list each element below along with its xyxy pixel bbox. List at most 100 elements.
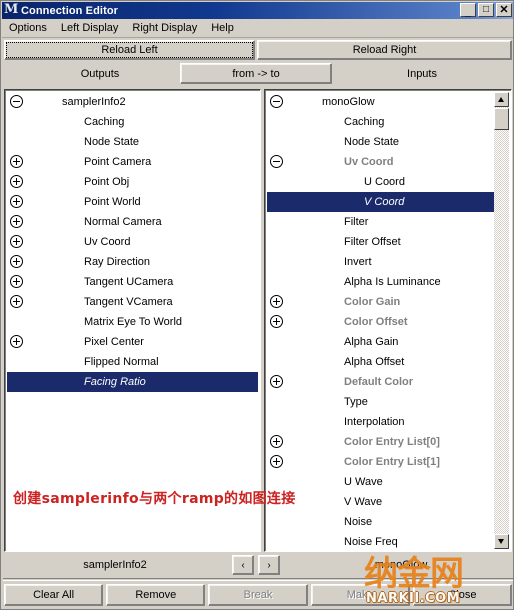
output-attr-row[interactable]: Facing Ratio [7, 372, 258, 392]
menu-options[interactable]: Options [2, 20, 54, 36]
scroll-down-button[interactable] [494, 534, 509, 549]
inputs-tree[interactable]: monoGlow Caching Node State Uv Coord U Coord… [267, 92, 494, 549]
connection-editor-window: M Connection Editor _ □ ✕ Options Left D… [0, 0, 514, 610]
output-attr-row-label: Facing Ratio [84, 376, 146, 388]
input-attr-row[interactable]: Alpha Is Luminance [267, 272, 494, 292]
maximize-button[interactable]: □ [478, 3, 494, 17]
input-attr-row[interactable]: Color Entry List[1] [267, 452, 494, 472]
input-attr-row[interactable]: V Wave [267, 492, 494, 512]
expand-icon[interactable] [270, 455, 283, 468]
input-attr-row-label: Color Entry List[0] [344, 436, 440, 448]
output-attr-row[interactable]: Point Obj [7, 172, 258, 192]
menu-left-display[interactable]: Left Display [54, 20, 125, 36]
input-attr-row[interactable]: V Coord [267, 192, 494, 212]
output-attr-row[interactable]: Pixel Center [7, 332, 258, 352]
output-attr-row[interactable]: Tangent UCamera [7, 272, 258, 292]
expand-icon[interactable] [10, 155, 23, 168]
reload-button-row: Reload Left Reload Right [4, 40, 512, 60]
output-attr-row-label: Caching [84, 116, 125, 128]
previous-node-button[interactable]: ‹ [232, 555, 254, 575]
input-attr-row[interactable]: Node State [267, 132, 494, 152]
input-attr-row-label: Interpolation [344, 416, 405, 428]
left-node-name: samplerInfo2 [83, 559, 147, 571]
output-attr-row[interactable]: samplerInfo2 [7, 92, 258, 112]
outputs-tree[interactable]: samplerInfo2 Caching Node State Point Camer… [7, 92, 258, 549]
remove-button[interactable]: Remove [106, 584, 206, 606]
input-attr-row-label: Node State [344, 136, 400, 148]
reload-left-button[interactable]: Reload Left [4, 40, 255, 60]
input-attr-row[interactable]: Interpolation [267, 412, 494, 432]
input-attr-row[interactable]: Noise [267, 512, 494, 532]
expand-icon[interactable] [10, 255, 23, 268]
window-controls: _ □ ✕ [460, 3, 512, 18]
break-button[interactable]: Break [208, 584, 308, 606]
scrollbar-thumb[interactable] [494, 108, 509, 130]
input-attr-row[interactable]: Color Entry List[0] [267, 432, 494, 452]
input-attr-row[interactable]: U Wave [267, 472, 494, 492]
input-attr-row[interactable]: Invert [267, 252, 494, 272]
expand-icon[interactable] [10, 275, 23, 288]
close-button[interactable]: Close [412, 584, 513, 606]
output-attr-row[interactable]: Caching [7, 112, 258, 132]
close-window-button[interactable]: ✕ [496, 3, 512, 17]
caret-up-icon [498, 97, 504, 102]
from-to-button[interactable]: from -> to [180, 63, 332, 84]
expand-icon[interactable] [10, 175, 23, 188]
expand-icon[interactable] [10, 235, 23, 248]
output-attr-row-label: Tangent UCamera [84, 276, 174, 288]
input-attr-row[interactable]: monoGlow [267, 92, 494, 112]
input-attr-row-label: Caching [344, 116, 385, 128]
output-attr-row-label: Point Camera [84, 156, 152, 168]
input-attr-row[interactable]: Default Color [267, 372, 494, 392]
input-attr-row[interactable]: Alpha Offset [267, 352, 494, 372]
minimize-button[interactable]: _ [460, 3, 476, 18]
expand-icon[interactable] [270, 295, 283, 308]
expand-icon[interactable] [270, 435, 283, 448]
expand-icon[interactable] [10, 215, 23, 228]
input-attr-row-label: Color Offset [344, 316, 408, 328]
reload-right-button[interactable]: Reload Right [257, 40, 512, 60]
output-attr-row[interactable]: Point World [7, 192, 258, 212]
input-attr-row[interactable]: Color Gain [267, 292, 494, 312]
scroll-up-button[interactable] [494, 92, 509, 107]
output-attr-row[interactable]: Flipped Normal [7, 352, 258, 372]
input-attr-row[interactable]: Filter Offset [267, 232, 494, 252]
expand-icon[interactable] [270, 375, 283, 388]
caret-down-icon [498, 539, 504, 544]
input-attr-row-label: Noise Freq [344, 536, 398, 548]
output-attr-row[interactable]: Matrix Eye To World [7, 312, 258, 332]
collapse-icon[interactable] [270, 155, 283, 168]
expand-icon[interactable] [10, 295, 23, 308]
input-attr-row[interactable]: Caching [267, 112, 494, 132]
input-attr-row[interactable]: Filter [267, 212, 494, 232]
expand-icon[interactable] [10, 195, 23, 208]
menu-bar: Options Left Display Right Display Help [2, 19, 513, 38]
expand-icon[interactable] [270, 315, 283, 328]
input-attr-row[interactable]: Uv Coord [267, 152, 494, 172]
output-attr-row[interactable]: Tangent VCamera [7, 292, 258, 312]
annotation-text: 创建samplerinfo与两个ramp的如图连接 [13, 491, 296, 507]
window-title: Connection Editor [21, 4, 119, 17]
footer-divider [3, 578, 513, 581]
next-node-button[interactable]: › [258, 555, 280, 575]
collapse-icon[interactable] [10, 95, 23, 108]
output-attr-row[interactable]: Normal Camera [7, 212, 258, 232]
input-attr-row[interactable]: Color Offset [267, 312, 494, 332]
input-attr-row[interactable]: Noise Freq [267, 532, 494, 549]
output-attr-row[interactable]: Node State [7, 132, 258, 152]
expand-icon[interactable] [10, 335, 23, 348]
input-attr-row[interactable]: U Coord [267, 172, 494, 192]
make-button[interactable]: Make [310, 584, 410, 606]
output-attr-row[interactable]: Ray Direction [7, 252, 258, 272]
output-attr-row-label: Point World [84, 196, 141, 208]
output-attr-row[interactable]: Point Camera [7, 152, 258, 172]
output-attr-row[interactable]: Uv Coord [7, 232, 258, 252]
menu-right-display[interactable]: Right Display [125, 20, 204, 36]
input-attr-row[interactable]: Alpha Gain [267, 332, 494, 352]
menu-help[interactable]: Help [204, 20, 241, 36]
clear-all-button[interactable]: Clear All [4, 584, 104, 606]
inputs-scrollbar[interactable] [494, 92, 509, 549]
outputs-panel: samplerInfo2 Caching Node State Point Camer… [4, 89, 261, 552]
collapse-icon[interactable] [270, 95, 283, 108]
input-attr-row[interactable]: Type [267, 392, 494, 412]
